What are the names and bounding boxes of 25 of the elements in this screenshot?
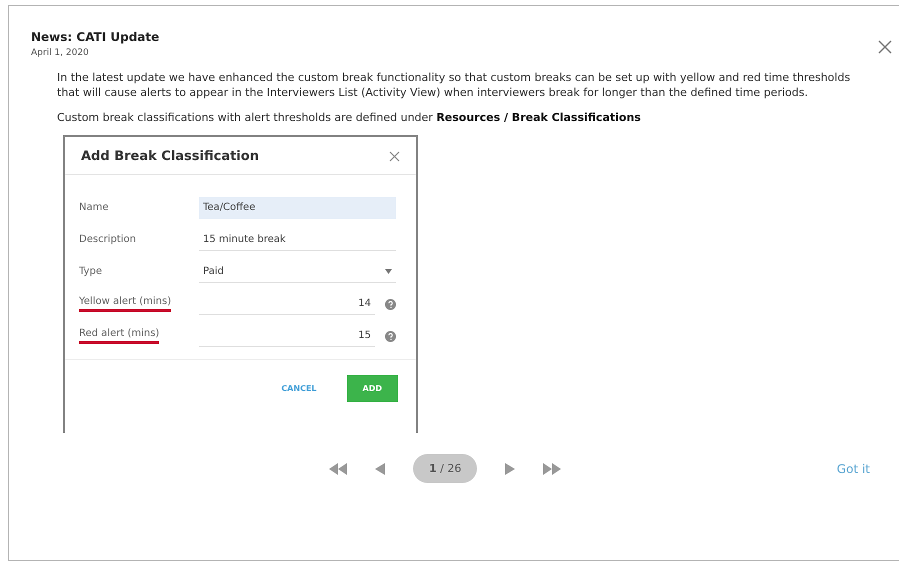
field-label: Description: [79, 234, 136, 246]
last-page-icon[interactable]: [543, 462, 562, 474]
field-label: Red alert (mins): [79, 328, 160, 344]
close-icon[interactable]: [878, 40, 892, 54]
news-date: April 1, 2020: [31, 48, 90, 58]
paragraph: In the latest update we have enhanced the custom break functionality so that custom breaks can be set up with yellow and red time thresholds that will cause alerts to appear in the Interviewers List (Activity View) when interviewers break for longer than the defined time periods.: [57, 70, 852, 100]
next-page-icon[interactable]: [505, 462, 516, 474]
help-icon[interactable]: [385, 330, 396, 342]
field-label: Type: [79, 266, 102, 278]
news-title: News: CATI Update: [31, 30, 160, 44]
input-field[interactable]: 15 minute break: [199, 229, 396, 251]
caret-icon: [385, 269, 392, 274]
page-indicator: 1 / 26: [413, 454, 478, 483]
first-page-icon[interactable]: [329, 462, 347, 474]
field-label: Yellow alert (mins): [79, 296, 172, 312]
field-label: Name: [79, 202, 109, 214]
close-icon[interactable]: [389, 151, 400, 162]
paragraph: Custom break classifications with alert thresholds are defined under Resources / Break Classifications: [57, 110, 642, 125]
input-field[interactable]: 15: [199, 325, 375, 347]
input-field[interactable]: 14: [199, 293, 375, 315]
input-field[interactable]: Tea/Coffee: [199, 197, 396, 219]
help-icon[interactable]: [385, 298, 396, 310]
dialog-title: Add Break Classification: [81, 149, 259, 164]
previous-page-icon[interactable]: [375, 462, 385, 474]
input-field[interactable]: Paid: [199, 261, 396, 283]
